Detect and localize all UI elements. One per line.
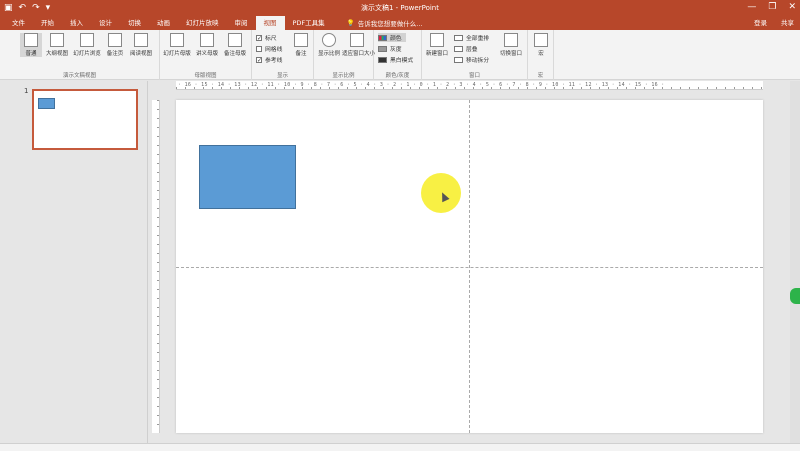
notes-master-button[interactable]: 备注母版: [224, 33, 246, 57]
guides-checkbox[interactable]: ✓ 参考线: [256, 55, 282, 64]
handout-master-icon: [200, 33, 214, 47]
floating-assistant-icon[interactable]: [790, 288, 800, 304]
grayscale-button[interactable]: 灰度: [378, 44, 402, 53]
vertical-ruler: [152, 100, 160, 433]
slide-sorter-icon: [80, 33, 94, 47]
vertical-scrollbar[interactable]: [790, 81, 800, 443]
switch-window-button[interactable]: 切换窗口: [500, 33, 522, 57]
arrange-all-icon: [454, 34, 463, 41]
group-color-grayscale: 颜色 灰度 黑白模式 颜色/灰度: [374, 30, 422, 80]
normal-view-button[interactable]: 普通: [20, 33, 42, 57]
cascade-icon: [454, 45, 463, 52]
minimize-button[interactable]: —: [747, 2, 756, 12]
move-split-button[interactable]: 移动拆分: [454, 55, 489, 64]
guides-check-mark: ✓: [256, 56, 263, 64]
reading-view-icon: [134, 33, 148, 47]
search-placeholder: 告诉我您想要做什么...: [357, 20, 423, 28]
cascade-button[interactable]: 层叠: [454, 44, 478, 53]
new-window-icon: [430, 33, 444, 47]
close-button[interactable]: ✕: [788, 2, 796, 12]
zoom-button[interactable]: 显示比例: [318, 33, 340, 57]
window-title: 演示文稿1 - PowerPoint: [361, 4, 439, 12]
window-controls: — ❐ ✕: [747, 2, 796, 12]
tab-slideshow[interactable]: 幻灯片放映: [178, 16, 227, 30]
group-label-zoom: 显示比例: [332, 73, 355, 79]
horizontal-guide[interactable]: [176, 267, 763, 268]
group-zoom: 显示比例 适应窗口大小 显示比例: [314, 30, 375, 80]
notes-button[interactable]: 备注: [290, 33, 312, 57]
black-white-button[interactable]: 黑白模式: [378, 55, 413, 64]
black-white-icon: [378, 56, 387, 63]
group-macro: 宏 宏: [528, 30, 554, 80]
group-show: ✓ 标尺 网格线 ✓ 参考线 备注 显示: [252, 30, 314, 80]
tab-file[interactable]: 文件: [4, 16, 33, 30]
tell-me-search[interactable]: 💡 告诉我您想要做什么...: [347, 18, 423, 28]
tab-design[interactable]: 设计: [91, 16, 120, 30]
gridlines-check-box: [256, 45, 262, 52]
tab-transitions[interactable]: 切换: [120, 16, 149, 30]
login-link[interactable]: 登录: [754, 16, 767, 30]
status-bar: [0, 443, 800, 451]
group-label-color: 颜色/灰度: [385, 73, 410, 79]
color-icon: [378, 34, 387, 41]
group-label-macro: 宏: [537, 73, 544, 79]
lightbulb-icon: 💡: [346, 19, 355, 27]
normal-view-icon: [24, 33, 38, 47]
horizontal-ruler-labels: · 16 · 15 · 14 · 13 · 12 · 11 · 10 · 9 ·…: [178, 82, 665, 88]
ribbon-tabs: 文件 开始 插入 设计 切换 动画 幻灯片放映 审阅 视图 PDF工具集 💡 告…: [0, 16, 800, 30]
title-bar: ▣ ↶ ↷ ▾ 演示文稿1 - PowerPoint — ❐ ✕: [0, 0, 800, 16]
group-label-master-views: 母版视图: [194, 73, 217, 79]
slide-master-icon: [170, 33, 184, 47]
tab-home[interactable]: 开始: [33, 16, 62, 30]
tab-animations[interactable]: 动画: [149, 16, 178, 30]
move-split-icon: [454, 56, 463, 63]
tab-pdf-tools[interactable]: PDF工具集: [285, 16, 333, 30]
slide-number: 1: [24, 87, 29, 95]
notes-page-button[interactable]: 备注页: [104, 33, 126, 57]
arrange-all-button[interactable]: 全部重排: [454, 33, 489, 42]
ruler-checkbox[interactable]: ✓ 标尺: [256, 33, 277, 42]
group-master-views: 幻灯片母版 讲义母版 备注母版 母版视图: [160, 30, 252, 80]
restore-button[interactable]: ❐: [768, 2, 776, 12]
rectangle-shape[interactable]: [199, 145, 296, 209]
slide-canvas[interactable]: [176, 100, 763, 433]
gridlines-checkbox[interactable]: 网格线: [256, 44, 282, 53]
group-window: 新建窗口 全部重排 层叠 移动拆分 切换窗口 窗口: [422, 30, 528, 80]
switch-window-icon: [504, 33, 518, 47]
tab-insert[interactable]: 插入: [62, 16, 91, 30]
slide-sorter-button[interactable]: 幻灯片浏览: [73, 33, 101, 57]
group-label-presentation-views: 演示文稿视图: [62, 73, 96, 79]
notes-master-icon: [228, 33, 242, 47]
outline-view-button[interactable]: 大纲视图: [46, 33, 68, 57]
macro-icon: [534, 33, 548, 47]
tab-view[interactable]: 视图: [255, 16, 285, 30]
slide-thumbnail[interactable]: [32, 89, 138, 150]
fit-to-window-button[interactable]: 适应窗口大小: [342, 33, 375, 57]
tab-review[interactable]: 审阅: [227, 16, 256, 30]
share-button[interactable]: 共享: [781, 16, 794, 30]
group-presentation-views: 普通 大纲视图 幻灯片浏览 备注页 阅读视图 演示文稿视图: [0, 30, 160, 80]
group-label-window: 窗口: [468, 73, 480, 79]
new-window-button[interactable]: 新建窗口: [426, 33, 448, 57]
grayscale-icon: [378, 45, 387, 52]
outline-view-icon: [50, 33, 64, 47]
reading-view-button[interactable]: 阅读视图: [130, 33, 152, 57]
notes-icon: [294, 33, 308, 47]
ribbon: 普通 大纲视图 幻灯片浏览 备注页 阅读视图 演示文稿视图 幻灯片母版 讲义母版: [0, 30, 800, 80]
slide-master-button[interactable]: 幻灯片母版: [163, 33, 191, 57]
account-area: 登录 共享: [754, 16, 794, 30]
handout-master-button[interactable]: 讲义母版: [196, 33, 218, 57]
ruler-check-mark: ✓: [256, 34, 263, 42]
slide-thumbnails-pane: 1: [0, 81, 148, 443]
color-button[interactable]: 颜色: [378, 33, 406, 42]
notes-page-icon: [108, 33, 122, 47]
magnifier-icon: [322, 33, 336, 47]
macro-button[interactable]: 宏: [530, 33, 552, 57]
thumbnail-rectangle: [38, 98, 55, 109]
fit-window-icon: [350, 33, 364, 47]
group-label-show: 显示: [276, 73, 288, 79]
